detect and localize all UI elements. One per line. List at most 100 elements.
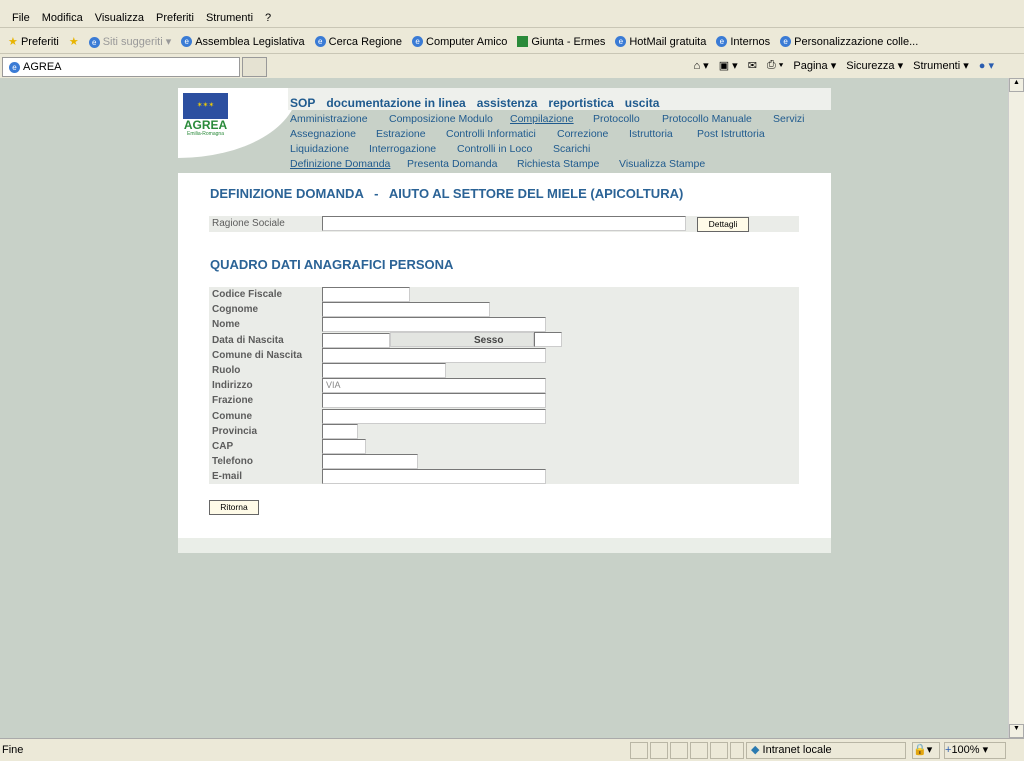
indirizzo-input[interactable]: VIA	[322, 378, 546, 394]
vertical-scrollbar[interactable]: ▲ ▼	[1008, 78, 1024, 738]
favorites-button[interactable]: ★ Preferiti	[8, 35, 59, 48]
menu-file[interactable]: File	[12, 12, 30, 24]
subnav-visualizza-stampe[interactable]: Visualizza Stampe	[619, 158, 705, 170]
field-label: CAP	[212, 441, 234, 452]
sesso-cell	[390, 332, 534, 347]
sesso-input[interactable]	[534, 332, 562, 347]
ie-icon: e	[716, 36, 728, 48]
browser-chrome: File Modifica Visualizza Preferiti Strum…	[0, 0, 1024, 78]
ie-icon: e	[412, 36, 424, 48]
codice-fiscale-input[interactable]	[322, 287, 410, 302]
nav-reportistica[interactable]: reportistica	[548, 96, 613, 110]
nav-controlli-in-loco[interactable]: Controlli in Loco	[457, 143, 532, 155]
help-icon[interactable]: ● ▾	[979, 59, 994, 72]
subnav-presenta-domanda[interactable]: Presenta Domanda	[407, 158, 497, 170]
nav-liquidazione[interactable]: Liquidazione	[290, 143, 349, 155]
data-di-nascita-input[interactable]	[322, 332, 390, 348]
nav-protocollo-manuale[interactable]: Protocollo Manuale	[662, 113, 752, 125]
cognome-input[interactable]	[322, 302, 490, 318]
nav-composizione-modulo[interactable]: Composizione Modulo	[389, 113, 493, 125]
ie-icon: e	[780, 36, 792, 48]
status-text: Fine	[2, 744, 24, 756]
header: ✶✶✶ AGREA Emilia-Romagna SOP documentazi…	[178, 88, 831, 173]
nav-compilazione[interactable]: Compilazione	[510, 113, 574, 125]
menu-preferiti[interactable]: Preferiti	[156, 12, 194, 24]
menu-strumenti[interactable]: Strumenti	[206, 12, 253, 24]
strumenti-menu[interactable]: Strumenti ▾	[913, 59, 969, 72]
nav-post-istruttoria[interactable]: Post Istruttoria	[697, 128, 765, 140]
cap-input[interactable]	[322, 439, 366, 454]
fav-link[interactable]: e Assemblea Legislativa	[181, 36, 305, 48]
nav-istruttoria[interactable]: Istruttoria	[629, 128, 673, 140]
comune-di-nascita-input[interactable]	[322, 347, 546, 363]
field-label: E-mail	[212, 471, 243, 483]
mail-icon[interactable]: ✉	[748, 59, 757, 72]
print-icon[interactable]: ⎙ ▾	[767, 59, 783, 72]
field-label: Ruolo	[212, 365, 241, 376]
sesso-label: Sesso	[474, 335, 504, 346]
menu-help[interactable]: ?	[265, 12, 271, 24]
fav-link[interactable]: e Siti suggeriti ▾	[88, 35, 171, 48]
nav-sop[interactable]: SOP	[290, 96, 315, 110]
field-label: Indirizzo	[212, 380, 253, 392]
home-icon[interactable]: ⌂ ▾	[693, 59, 708, 72]
provincia-input[interactable]	[322, 423, 358, 439]
sicurezza-menu[interactable]: Sicurezza ▾	[846, 59, 903, 72]
nav-correzione[interactable]: Correzione	[557, 128, 608, 140]
telefono-input[interactable]	[322, 454, 418, 470]
nav-scarichi[interactable]: Scarichi	[553, 143, 590, 155]
nav-protocollo[interactable]: Protocollo	[593, 113, 640, 125]
menu-visualizza[interactable]: Visualizza	[95, 12, 144, 24]
fav-link[interactable]: e Computer Amico	[412, 36, 507, 48]
field-label: Comune di Nascita	[212, 349, 303, 361]
ie-icon: e	[314, 36, 326, 48]
field-label: Nome	[212, 319, 240, 331]
field-label: Comune	[212, 410, 252, 422]
protected-mode-icon[interactable]: 🔒▾	[912, 742, 940, 759]
nav-interrogazione[interactable]: Interrogazione	[369, 143, 436, 155]
flag-icon	[517, 36, 529, 48]
add-favorite-icon[interactable]: ★	[69, 35, 79, 48]
ie-icon: e	[615, 36, 627, 48]
fav-link[interactable]: e Internos	[716, 36, 770, 48]
menu-modifica[interactable]: Modifica	[42, 12, 83, 24]
comune-input[interactable]	[322, 408, 546, 424]
nav-amministrazione[interactable]: Amministrazione	[290, 113, 368, 125]
nav-estrazione[interactable]: Estrazione	[376, 128, 426, 140]
tab-agrea[interactable]: e AGREA	[2, 57, 240, 77]
fav-link[interactable]: e HotMail gratuita	[615, 36, 706, 48]
nav-assegnazione[interactable]: Assegnazione	[290, 128, 356, 140]
ragione-sociale-input[interactable]	[322, 216, 686, 231]
subnav-richiesta-stampe[interactable]: Richiesta Stampe	[517, 158, 599, 170]
nav-uscita[interactable]: uscita	[625, 96, 660, 110]
frazione-input[interactable]	[322, 393, 546, 409]
new-tab-button[interactable]	[242, 57, 267, 77]
scroll-up-arrow[interactable]: ▲	[1009, 78, 1024, 92]
zoom-control[interactable]: +100% ▾	[944, 742, 1006, 759]
ritorna-button[interactable]: Ritorna	[209, 500, 259, 515]
ie-icon: e	[88, 36, 100, 48]
nav-controlli-informatici[interactable]: Controlli Informatici	[446, 128, 536, 140]
field-label: Data di Nascita	[212, 334, 284, 346]
nav-documentazione[interactable]: documentazione in linea	[326, 96, 465, 110]
ie-icon: e	[9, 61, 20, 73]
status-bar: Fine ◆ Intranet locale 🔒▾ +100% ▾	[0, 738, 1024, 761]
feeds-icon[interactable]: ▣ ▾	[719, 59, 738, 72]
field-label: Codice Fiscale	[212, 289, 283, 300]
e-mail-input[interactable]	[322, 469, 546, 485]
content-panel: ✶✶✶ AGREA Emilia-Romagna SOP documentazi…	[178, 88, 831, 553]
field-label: Cognome	[212, 304, 259, 316]
scroll-down-arrow[interactable]: ▼	[1009, 724, 1024, 738]
field-label: Telefono	[212, 456, 253, 468]
tab-bar: e AGREA ⌂ ▾ ▣ ▾ ✉ ⎙ ▾ Pagina ▾ Sicurezza …	[0, 55, 1024, 77]
subnav-definizione-domanda[interactable]: Definizione Domanda	[290, 158, 390, 170]
fav-link[interactable]: e Cerca Regione	[314, 36, 402, 48]
dettagli-button[interactable]: Dettagli	[697, 217, 749, 232]
fav-link[interactable]: e Personalizzazione colle...	[780, 36, 918, 48]
nav-assistenza[interactable]: assistenza	[477, 96, 538, 110]
nome-input[interactable]	[322, 317, 546, 333]
pagina-menu[interactable]: Pagina ▾	[793, 59, 836, 72]
ruolo-input[interactable]	[322, 363, 446, 378]
nav-servizi[interactable]: Servizi	[773, 113, 805, 125]
fav-link[interactable]: Giunta - Ermes	[517, 36, 605, 48]
